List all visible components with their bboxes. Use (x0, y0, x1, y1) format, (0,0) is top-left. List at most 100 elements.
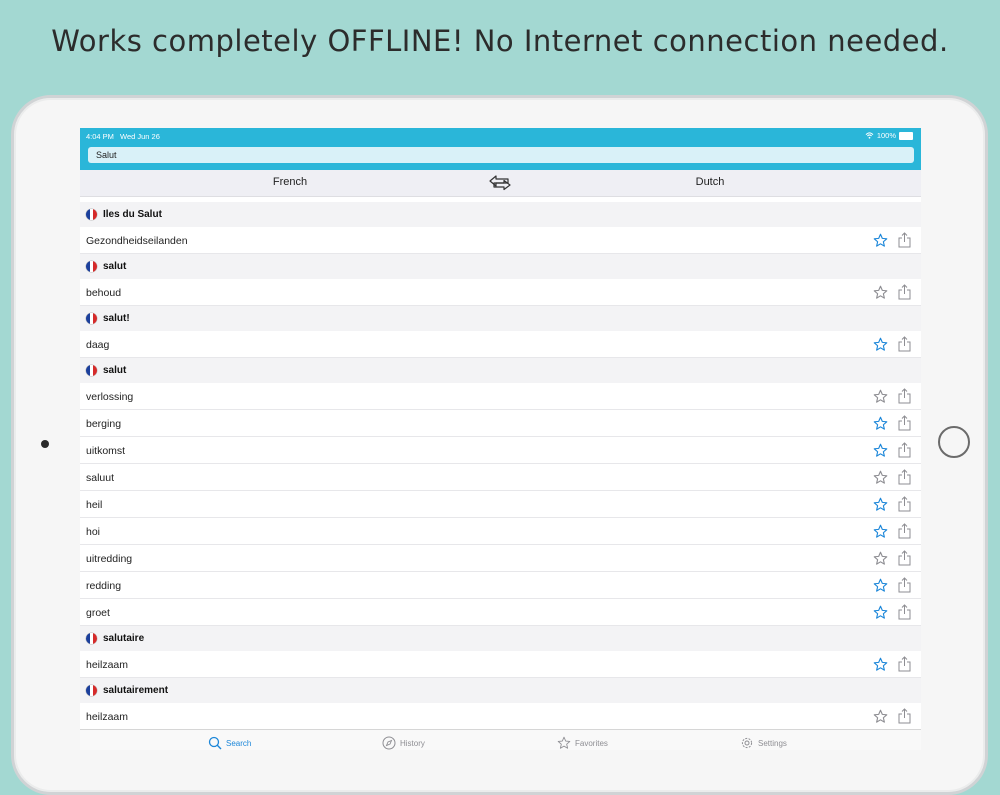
translation-text: heilzaam (86, 659, 129, 671)
translation-row[interactable]: daag (80, 331, 921, 358)
translation-text: groet (86, 607, 110, 619)
tab-history[interactable]: History (382, 736, 425, 750)
search-input[interactable] (88, 147, 914, 163)
wifi-icon (865, 132, 874, 139)
headword: salut! (103, 313, 130, 324)
star-outline-icon[interactable] (873, 709, 888, 724)
headword: salutaire (103, 633, 145, 644)
share-icon[interactable] (898, 496, 911, 512)
star-outline-icon[interactable] (873, 470, 888, 485)
share-icon[interactable] (898, 604, 911, 620)
search-icon (208, 736, 222, 750)
translation-row[interactable]: uitredding (80, 545, 921, 572)
share-icon[interactable] (898, 656, 911, 672)
battery-percent: 100% (876, 131, 896, 140)
france-flag-icon (86, 685, 97, 696)
headword: salutairement (103, 685, 169, 696)
star-outline-icon[interactable] (873, 551, 888, 566)
translation-text: daag (86, 339, 110, 351)
target-language-label: Dutch (695, 176, 725, 188)
favorite-star-icon[interactable] (873, 524, 888, 539)
top-bar: 4:04 PM Wed Jun 26 100% (80, 128, 921, 170)
share-icon[interactable] (898, 523, 911, 539)
translation-row[interactable]: uitkomst (80, 437, 921, 464)
translation-row[interactable]: redding (80, 572, 921, 599)
tab-bar: Search History Favorites Settings (80, 729, 921, 750)
translation-text: heil (86, 499, 103, 511)
translation-text: uitredding (86, 553, 133, 565)
favorite-star-icon[interactable] (873, 416, 888, 431)
result-header-row: salut (80, 358, 921, 383)
translation-row[interactable]: Gezondheidseilanden (80, 227, 921, 254)
france-flag-icon (86, 313, 97, 324)
gear-icon (741, 737, 753, 749)
favorite-star-icon[interactable] (873, 578, 888, 593)
tab-search-label: Search (226, 738, 252, 748)
favorite-star-icon[interactable] (873, 337, 888, 352)
result-header-row: salut (80, 254, 921, 279)
favorite-star-icon[interactable] (873, 233, 888, 248)
translation-text: Gezondheidseilanden (86, 235, 188, 247)
tab-settings-label: Settings (758, 738, 787, 748)
translation-text: uitkomst (86, 445, 126, 457)
share-icon[interactable] (898, 577, 911, 593)
status-right: 100% (865, 131, 913, 140)
share-icon[interactable] (898, 336, 911, 352)
star-outline-icon[interactable] (873, 285, 888, 300)
favorite-star-icon[interactable] (873, 605, 888, 620)
swap-languages-icon[interactable] (488, 174, 512, 192)
star-outline-icon[interactable] (873, 389, 888, 404)
tab-history-label: History (400, 738, 425, 748)
share-icon[interactable] (898, 550, 911, 566)
battery-icon (899, 131, 913, 140)
result-header-row: salutairement (80, 678, 921, 703)
tab-settings[interactable]: Settings (740, 736, 787, 750)
translation-text: hoi (86, 526, 101, 538)
results-list: Iles du Salut Gezondheidseilanden salut beh… (80, 202, 921, 730)
status-date: Wed Jun 26 (120, 132, 160, 141)
favorite-star-icon[interactable] (873, 497, 888, 512)
compass-icon (382, 736, 396, 750)
translation-row[interactable]: verlossing (80, 383, 921, 410)
result-header-row: salut! (80, 306, 921, 331)
status-bar: 4:04 PM Wed Jun 26 100% (80, 128, 921, 144)
share-icon[interactable] (898, 469, 911, 485)
translation-row[interactable]: behoud (80, 279, 921, 306)
camera-icon (41, 440, 49, 448)
translation-row[interactable]: heil (80, 491, 921, 518)
translation-text: behoud (86, 287, 122, 299)
translation-row[interactable]: saluut (80, 464, 921, 491)
favorite-star-icon[interactable] (873, 657, 888, 672)
translation-text: redding (86, 580, 122, 592)
translation-text: berging (86, 418, 122, 430)
france-flag-icon (86, 261, 97, 272)
translation-row[interactable]: hoi (80, 518, 921, 545)
headword: Iles du Salut (103, 209, 162, 220)
tab-favorites[interactable]: Favorites (557, 736, 608, 750)
translation-row[interactable]: berging (80, 410, 921, 437)
home-button[interactable] (938, 426, 970, 458)
france-flag-icon (86, 365, 97, 376)
translation-text: saluut (86, 472, 115, 484)
translation-row[interactable]: heilzaam (80, 651, 921, 678)
favorite-star-icon[interactable] (873, 443, 888, 458)
share-icon[interactable] (898, 442, 911, 458)
share-icon[interactable] (898, 232, 911, 248)
headword: salut (103, 261, 127, 272)
share-icon[interactable] (898, 284, 911, 300)
france-flag-icon (86, 209, 97, 220)
promo-headline: Works completely OFFLINE! No Internet co… (51, 24, 949, 58)
share-icon[interactable] (898, 708, 911, 724)
translation-row[interactable]: heilzaam (80, 703, 921, 730)
translation-text: heilzaam (86, 711, 129, 723)
source-language-label: French (272, 176, 308, 188)
result-header-row: salutaire (80, 626, 921, 651)
share-icon[interactable] (898, 388, 911, 404)
translation-text: verlossing (86, 391, 134, 403)
tab-search[interactable]: Search (208, 736, 251, 750)
status-time: 4:04 PM (86, 132, 114, 141)
share-icon[interactable] (898, 415, 911, 431)
tab-favorites-label: Favorites (575, 738, 608, 748)
translation-row[interactable]: groet (80, 599, 921, 626)
france-flag-icon (86, 633, 97, 644)
